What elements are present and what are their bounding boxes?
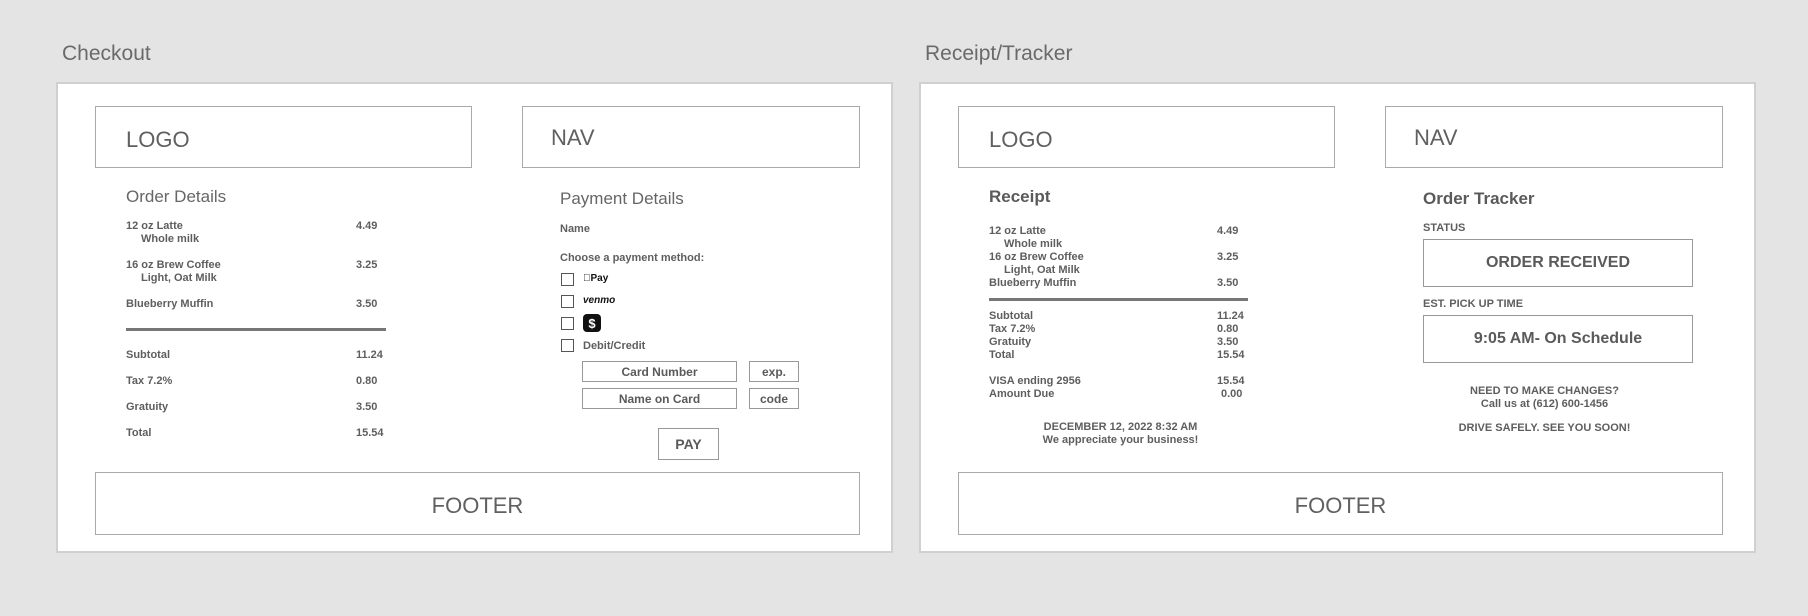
logo: LOGO bbox=[989, 127, 1053, 152]
gratuity-label: Gratuity bbox=[989, 336, 1032, 348]
item-price: 3.25 bbox=[1217, 251, 1239, 263]
item-detail: Whole milk bbox=[141, 233, 200, 245]
receipt-thanks: We appreciate your business! bbox=[1042, 434, 1199, 446]
footer: FOOTER bbox=[431, 493, 524, 518]
tax-value: 0.80 bbox=[1217, 323, 1239, 335]
receipt-item: 12 oz Latte Whole milk bbox=[989, 225, 1062, 251]
order-item: 12 oz Latte Whole milk bbox=[126, 220, 199, 246]
total-label: Total bbox=[989, 349, 1015, 361]
subtotal-value: 11.24 bbox=[1217, 310, 1244, 322]
checkout-title: Checkout bbox=[62, 42, 151, 65]
checkout-nav-box[interactable]: NAV bbox=[522, 106, 860, 168]
item-name: 16 oz Brew Coffee bbox=[989, 251, 1084, 263]
item-price: 4.49 bbox=[1217, 225, 1239, 237]
order-details-heading: Order Details bbox=[126, 187, 227, 206]
amount-due-label: Amount Due bbox=[989, 388, 1055, 400]
debit-label: Debit/Credit bbox=[583, 340, 646, 352]
venmo-icon: venmo bbox=[583, 295, 616, 306]
nav: NAV bbox=[551, 125, 595, 150]
receipt-date: DECEMBER 12, 2022 8:32 AM bbox=[1043, 421, 1198, 433]
footer: FOOTER bbox=[1294, 493, 1387, 518]
applepay-icon: Pay bbox=[583, 273, 608, 284]
code-input[interactable]: code bbox=[749, 388, 799, 409]
tax-label: Tax 7.2% bbox=[989, 323, 1036, 335]
receipt-title: Receipt/Tracker bbox=[925, 42, 1073, 65]
amount-due-value: 0.00 bbox=[1221, 388, 1243, 400]
total-label: Total bbox=[126, 427, 152, 439]
payment-details-heading: Payment Details bbox=[560, 189, 684, 208]
visa-value: 15.54 bbox=[1217, 375, 1245, 387]
venmo-checkbox[interactable] bbox=[561, 295, 574, 308]
call-link[interactable]: Call us at (612) 600-1456 bbox=[1423, 398, 1666, 411]
gratuity-value: 3.50 bbox=[356, 401, 378, 413]
item-price: 4.49 bbox=[356, 220, 378, 232]
item-name: 12 oz Latte bbox=[989, 225, 1046, 237]
item-name: 16 oz Brew Coffee bbox=[126, 259, 221, 271]
receipt-card: LOGO NAV Receipt 12 oz Latte Whole milk … bbox=[919, 82, 1756, 553]
cashapp-checkbox[interactable] bbox=[561, 317, 574, 330]
pay-button[interactable]: PAY bbox=[658, 428, 719, 460]
name-on-card-input[interactable]: Name on Card bbox=[582, 388, 737, 409]
item-price: 3.50 bbox=[1217, 277, 1239, 289]
receipt-logo-box[interactable]: LOGO bbox=[958, 106, 1335, 168]
pickup-label: EST. PICK UP TIME bbox=[1423, 298, 1524, 310]
item-detail: Light, Oat Milk bbox=[1004, 264, 1080, 276]
tax-label: Tax 7.2% bbox=[126, 375, 173, 387]
status-box: ORDER RECEIVED bbox=[1423, 239, 1693, 287]
exp-input[interactable]: exp. bbox=[749, 361, 799, 382]
gratuity-value: 3.50 bbox=[1217, 336, 1239, 348]
applepay-checkbox[interactable] bbox=[561, 273, 574, 286]
item-price: 3.25 bbox=[356, 259, 378, 271]
subtotal-label: Subtotal bbox=[126, 349, 170, 361]
order-item-name: Blueberry Muffin bbox=[126, 298, 214, 310]
subtotal-value: 11.24 bbox=[356, 349, 383, 361]
subtotal-label: Subtotal bbox=[989, 310, 1033, 322]
divider bbox=[126, 328, 386, 331]
changes-text: NEED TO MAKE CHANGES? bbox=[1470, 385, 1619, 397]
receipt-item: 16 oz Brew Coffee Light, Oat Milk bbox=[989, 251, 1084, 277]
divider bbox=[989, 298, 1248, 301]
total-value: 15.54 bbox=[1217, 349, 1245, 361]
gratuity-label: Gratuity bbox=[126, 401, 169, 413]
item-price: 3.50 bbox=[356, 298, 378, 310]
pickup-box: 9:05 AM- On Schedule bbox=[1423, 315, 1693, 363]
item-name: Blueberry Muffin bbox=[989, 277, 1077, 289]
applepay-label: Pay bbox=[583, 273, 609, 284]
order-tracker-heading: Order Tracker bbox=[1423, 189, 1535, 208]
drive-text: DRIVE SAFELY. SEE YOU SOON! bbox=[1458, 422, 1631, 434]
visa-label: VISA ending 2956 bbox=[989, 375, 1081, 387]
item-detail: Whole milk bbox=[1004, 238, 1063, 250]
nav: NAV bbox=[1414, 125, 1458, 150]
card-number-input[interactable]: Card Number bbox=[582, 361, 737, 382]
checkout-logo-box[interactable]: LOGO bbox=[95, 106, 472, 168]
cashapp-icon: $ bbox=[583, 314, 601, 332]
checkout-card: LOGO NAV Order Details 12 oz Latte Whole… bbox=[56, 82, 893, 553]
checkout-footer-box: FOOTER bbox=[95, 472, 860, 535]
receipt-footer-box: FOOTER bbox=[958, 472, 1723, 535]
name-label: Name bbox=[560, 223, 590, 235]
item-name: 12 oz Latte bbox=[126, 220, 183, 232]
debit-checkbox[interactable] bbox=[561, 339, 574, 352]
receipt-heading: Receipt bbox=[989, 187, 1051, 206]
item-detail: Light, Oat Milk bbox=[141, 272, 217, 284]
tax-value: 0.80 bbox=[356, 375, 378, 387]
logo: LOGO bbox=[126, 127, 190, 152]
status-label: STATUS bbox=[1423, 222, 1466, 234]
total-value: 15.54 bbox=[356, 427, 384, 439]
receipt-nav-box[interactable]: NAV bbox=[1385, 106, 1723, 168]
choose-payment-label: Choose a payment method: bbox=[560, 252, 705, 264]
order-item: 16 oz Brew Coffee Light, Oat Milk bbox=[126, 259, 221, 285]
